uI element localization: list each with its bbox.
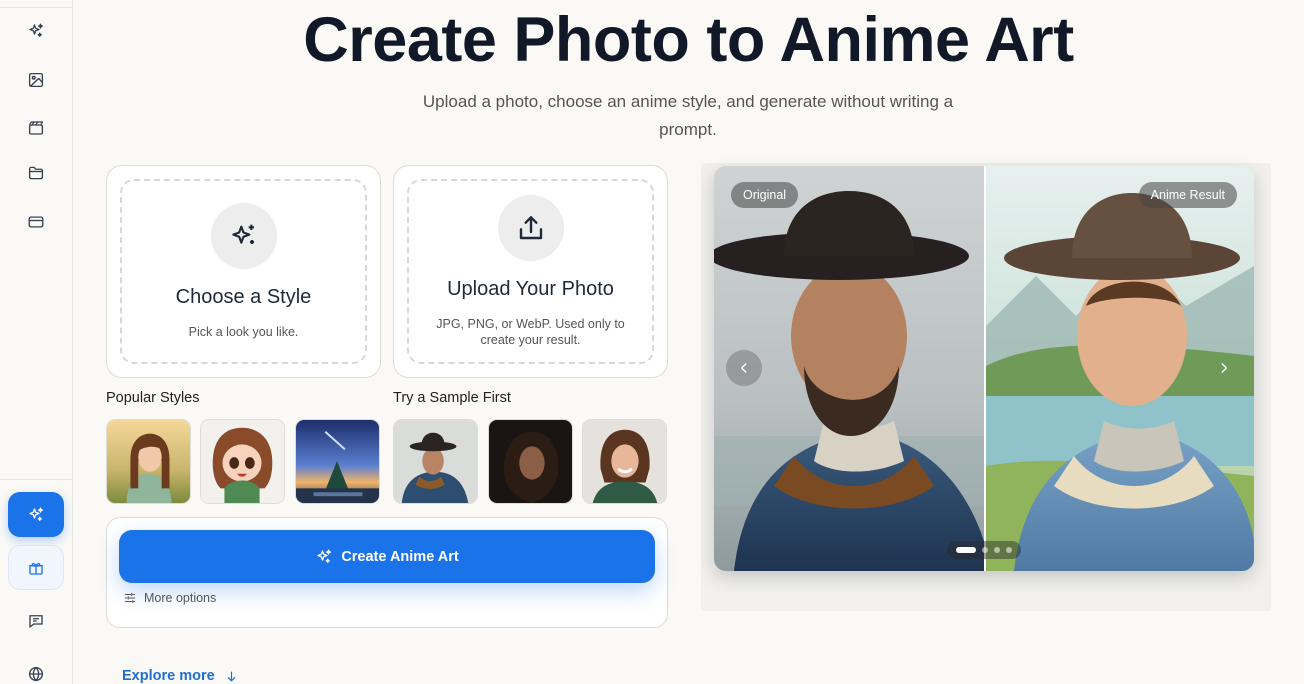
sidebar-item-create[interactable] [24,19,48,43]
upload-icon-circle [497,195,564,261]
choose-style-card[interactable]: Choose a Style Pick a look you like. [106,165,381,378]
cowboy-sample-image [394,420,477,503]
upload-photo-card[interactable]: Upload Your Photo JPG, PNG, or WebP. Use… [393,165,668,378]
style-thumbnail-anime-portrait[interactable] [106,419,191,504]
samples-label: Try a Sample First [393,390,511,406]
sidebar-gift-button[interactable] [8,545,64,590]
sidebar [0,0,73,684]
video-icon [28,121,44,135]
carousel-dot[interactable] [994,547,1000,553]
dark-portrait-sample-image [489,420,572,503]
explore-more-label: Explore more [122,668,215,684]
action-panel: Create Anime Art More options [106,517,668,628]
upload-icon [519,216,542,240]
chevron-left-icon [740,363,747,373]
smiling-woman-sample-image [583,420,666,503]
original-label: Original [731,182,799,208]
sidebar-item-images[interactable] [24,68,48,92]
before-after-preview[interactable]: Original Anime Result [714,166,1254,571]
globe-icon [28,666,44,682]
sidebar-divider [0,479,72,480]
gift-icon [29,562,43,575]
page-subtitle: Upload a photo, choose an anime style, a… [422,92,954,139]
preview-next-button[interactable] [1206,350,1242,386]
more-options-label: More options [144,591,217,605]
sidebar-create-button[interactable] [8,492,64,537]
sidebar-item-feedback[interactable] [24,609,48,633]
sample-thumbnail-smiling-woman[interactable] [582,419,667,504]
carousel-dot[interactable] [956,547,976,553]
more-options-toggle[interactable]: More options [123,591,216,605]
sidebar-item-videos[interactable] [24,116,48,140]
page-title: Create Photo to Anime Art [303,5,1074,75]
choose-style-title: Choose a Style [175,286,312,308]
carousel-dot[interactable] [982,547,988,553]
carousel-dot[interactable] [1006,547,1012,553]
sidebar-top-divider [0,7,72,8]
image-icon [28,72,44,88]
sidebar-item-files[interactable] [24,161,48,185]
anime-result-label: Anime Result [1138,182,1237,208]
preview-prev-button[interactable] [726,350,762,386]
style-thumbnail-landscape[interactable] [295,419,380,504]
popular-styles-label: Popular Styles [106,390,200,406]
sidebar-item-language[interactable] [24,662,48,684]
style-thumbnail-chibi[interactable] [200,419,285,504]
upload-photo-description: JPG, PNG, or WebP. Used only to create y… [436,317,625,347]
sparkles-icon [231,224,254,244]
chat-icon [29,615,43,628]
sample-thumbnail-portrait-dark[interactable] [488,419,573,504]
chibi-thumbnail-image [201,420,284,503]
explore-more-link[interactable]: Explore more [122,668,238,684]
sliders-icon [124,592,136,604]
compare-divider[interactable] [984,166,986,571]
chevron-right-icon [1221,363,1228,373]
arrow-down-icon [227,671,236,681]
fantasy-landscape-thumbnail-image [296,420,379,503]
sidebar-item-billing[interactable] [24,210,48,234]
create-anime-art-button[interactable]: Create Anime Art [119,530,655,583]
create-anime-art-label: Create Anime Art [341,548,459,565]
sparkles-icon [29,507,44,521]
choose-style-dropzone: Choose a Style Pick a look you like. [120,179,367,364]
carousel-dots [947,541,1021,559]
folder-icon [28,166,44,180]
choose-style-description: Pick a look you like. [188,325,299,339]
style-icon-circle [210,203,277,269]
sparkles-icon [317,549,332,563]
sample-thumbnail-cowboy[interactable] [393,419,478,504]
upload-dropzone: Upload Your Photo JPG, PNG, or WebP. Use… [407,179,654,364]
credit-card-icon [28,216,44,228]
upload-photo-title: Upload Your Photo [447,278,614,300]
sparkles-icon [29,23,44,37]
anime-girl-thumbnail-image [107,420,190,503]
